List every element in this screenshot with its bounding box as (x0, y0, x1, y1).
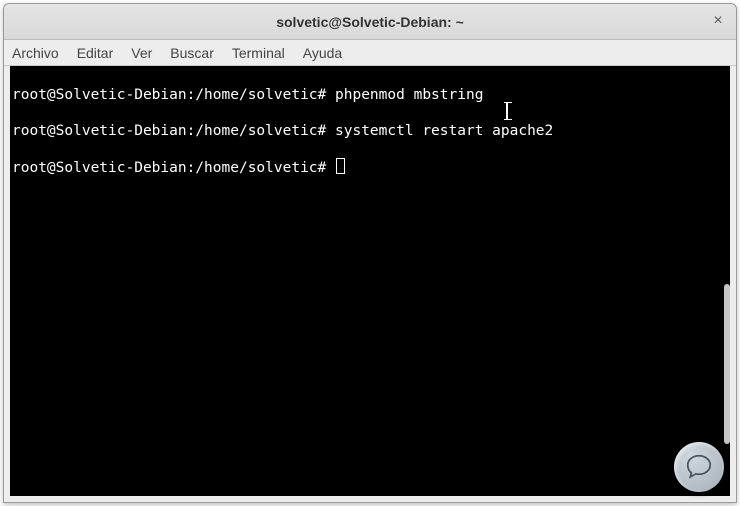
menu-ver[interactable]: Ver (131, 45, 152, 61)
text-cursor-ibeam-icon (506, 103, 508, 119)
prompt: root@Solvetic-Debian:/home/solvetic# (12, 160, 326, 176)
chat-bubble-button[interactable] (674, 442, 724, 492)
terminal-line: root@Solvetic-Debian:/home/solvetic# php… (12, 86, 730, 104)
command-text: systemctl restart apache2 (335, 123, 553, 139)
window-title: solvetic@Solvetic-Debian: ~ (276, 14, 464, 30)
prompt: root@Solvetic-Debian:/home/solvetic# (12, 87, 326, 103)
menu-editar[interactable]: Editar (77, 45, 114, 61)
terminal-line: root@Solvetic-Debian:/home/solvetic# sys… (12, 122, 730, 140)
menubar: Archivo Editar Ver Buscar Terminal Ayuda (4, 40, 736, 66)
terminal-window: solvetic@Solvetic-Debian: ~ × Archivo Ed… (3, 3, 737, 503)
menu-ayuda[interactable]: Ayuda (303, 45, 342, 61)
menu-buscar[interactable]: Buscar (170, 45, 214, 61)
terminal-container: root@Solvetic-Debian:/home/solvetic# php… (4, 66, 736, 502)
menu-archivo[interactable]: Archivo (12, 45, 59, 61)
speech-bubble-icon (684, 452, 714, 482)
command-text: phpenmod mbstring (335, 87, 483, 103)
cursor-block-icon (336, 158, 345, 174)
terminal-line: root@Solvetic-Debian:/home/solvetic# (12, 158, 730, 177)
prompt: root@Solvetic-Debian:/home/solvetic# (12, 123, 326, 139)
titlebar[interactable]: solvetic@Solvetic-Debian: ~ × (4, 4, 736, 40)
scrollbar-thumb[interactable] (724, 284, 730, 444)
close-icon[interactable]: × (708, 12, 728, 32)
menu-terminal[interactable]: Terminal (232, 45, 285, 61)
terminal-viewport[interactable]: root@Solvetic-Debian:/home/solvetic# php… (10, 66, 730, 496)
